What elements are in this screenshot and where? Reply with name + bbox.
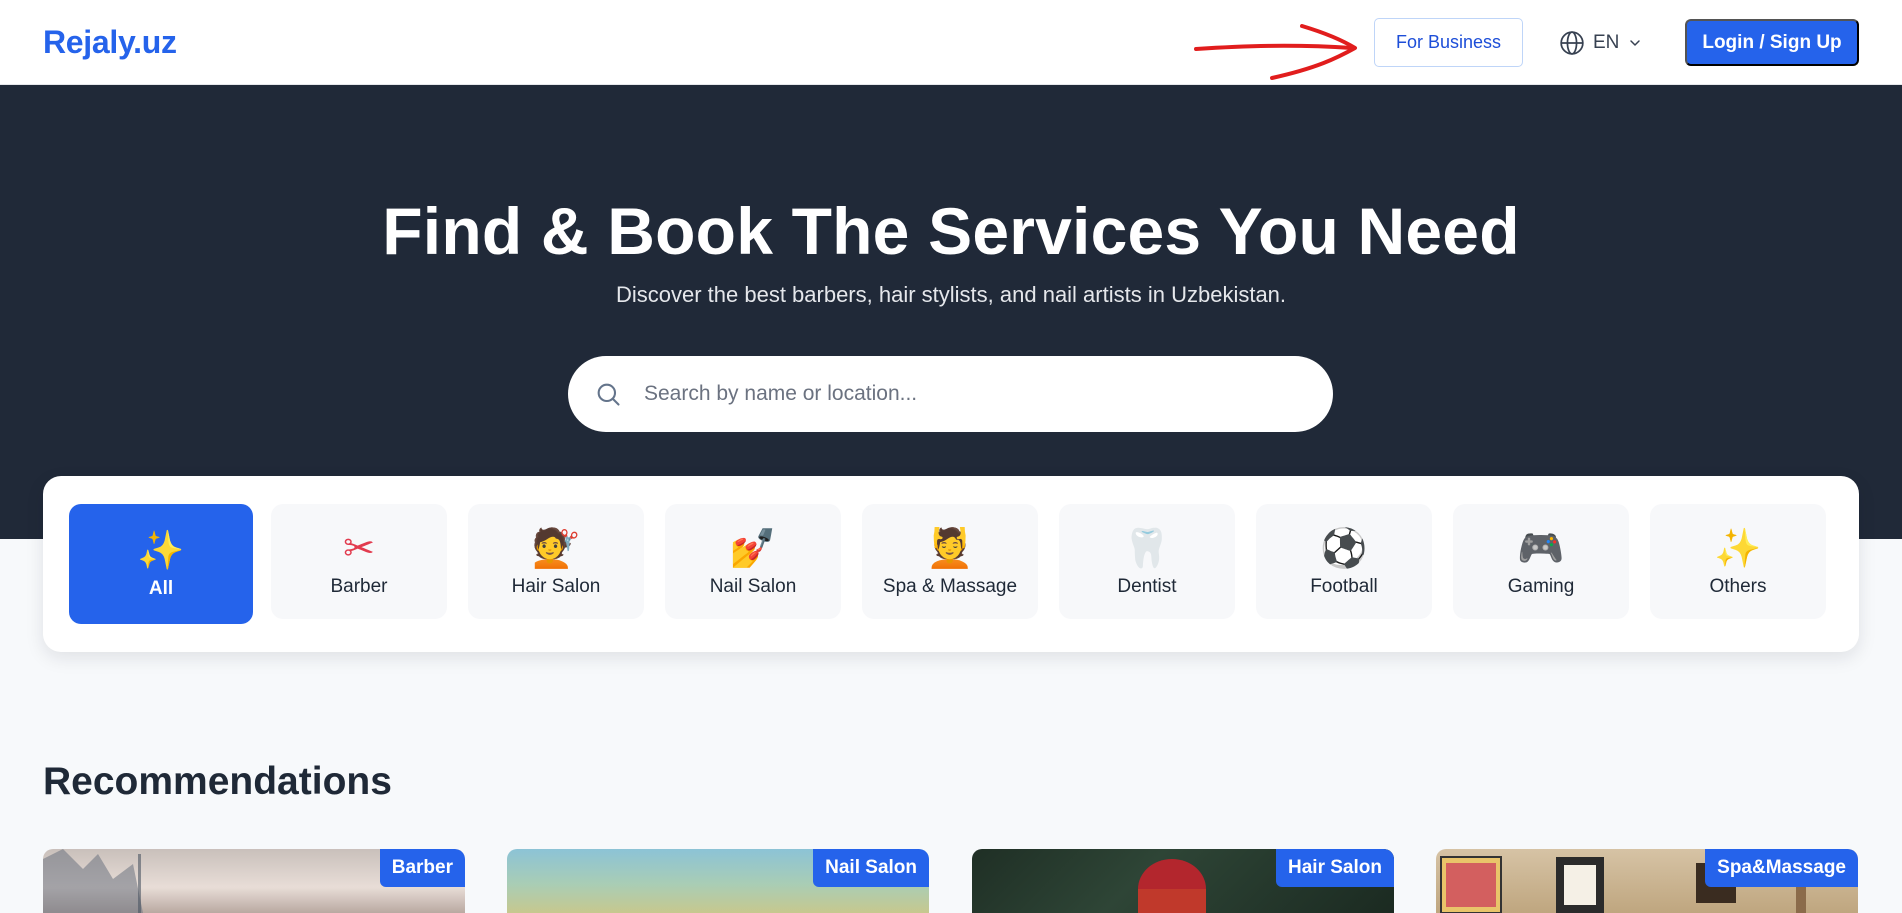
search-icon xyxy=(597,383,620,406)
scissors-icon: ✂ xyxy=(343,525,375,570)
hero-subtitle: Discover the best barbers, hair stylists… xyxy=(615,282,1287,307)
category-label: Football xyxy=(1310,575,1378,597)
category-others[interactable]: ✨ Others xyxy=(1650,504,1826,619)
category-label: Barber xyxy=(330,575,388,597)
category-label: Nail Salon xyxy=(709,575,797,597)
category-badge: Nail Salon xyxy=(813,849,929,887)
recommendations-heading: Recommendations xyxy=(43,760,392,803)
category-hair-salon[interactable]: 💇 Hair Salon xyxy=(468,504,644,619)
for-business-button[interactable]: For Business xyxy=(1374,18,1523,67)
soccer-ball-icon: ⚽ xyxy=(1320,525,1368,570)
sparkles-icon: ✨ xyxy=(137,528,185,572)
category-nail-salon[interactable]: 💅 Nail Salon xyxy=(665,504,841,619)
search-input[interactable] xyxy=(644,382,1284,406)
hero-title: Find & Book The Services You Need xyxy=(382,194,1520,268)
category-football[interactable]: ⚽ Football xyxy=(1256,504,1432,619)
site-logo[interactable]: Rejaly.uz xyxy=(43,24,177,61)
category-badge: Spa&Massage xyxy=(1705,849,1858,887)
category-dentist[interactable]: 🦷 Dentist xyxy=(1059,504,1235,619)
language-label: EN xyxy=(1593,32,1620,53)
category-label: Spa & Massage xyxy=(882,575,1018,597)
category-badge: Barber xyxy=(379,849,465,887)
tooth-icon: 🦷 xyxy=(1123,525,1171,570)
category-barber[interactable]: ✂ Barber xyxy=(271,504,447,619)
haircut-icon: 💇 xyxy=(532,525,580,570)
chevron-down-icon xyxy=(1630,40,1641,46)
sparkles-icon: ✨ xyxy=(1714,525,1762,570)
recommendation-card[interactable]: Hair Salon xyxy=(972,849,1394,913)
category-gaming[interactable]: 🎮 Gaming xyxy=(1453,504,1629,619)
category-panel: ✨ All ✂ Barber 💇 Hair Salon 💅 Nail Salon… xyxy=(43,476,1859,652)
language-selector[interactable]: EN xyxy=(1559,28,1643,58)
category-label: Others xyxy=(1709,575,1767,597)
category-label: All xyxy=(148,578,174,599)
category-label: Gaming xyxy=(1507,575,1575,597)
globe-icon xyxy=(1560,31,1584,55)
category-label: Hair Salon xyxy=(511,575,601,597)
red-arrow-annotation xyxy=(1194,24,1357,80)
category-label: Dentist xyxy=(1117,575,1177,597)
category-all[interactable]: ✨ All xyxy=(69,504,253,624)
recommendation-card[interactable]: Nail Salon xyxy=(507,849,929,913)
hero-section: Find & Book The Services You Need Discov… xyxy=(0,85,1902,539)
game-controller-icon: 🎮 xyxy=(1517,525,1565,570)
category-badge: Hair Salon xyxy=(1276,849,1394,887)
recommendation-card[interactable]: Spa&Massage xyxy=(1436,849,1858,913)
recommendation-card[interactable]: Barber xyxy=(43,849,465,913)
login-signup-button[interactable]: Login / Sign Up xyxy=(1685,19,1859,66)
top-navbar: Rejaly.uz For Business EN Login / Sign U… xyxy=(0,0,1902,85)
nail-polish-icon: 💅 xyxy=(729,525,777,570)
category-spa-massage[interactable]: 💆 Spa & Massage xyxy=(862,504,1038,619)
search-bar[interactable] xyxy=(568,356,1333,432)
massage-icon: 💆 xyxy=(926,525,974,570)
